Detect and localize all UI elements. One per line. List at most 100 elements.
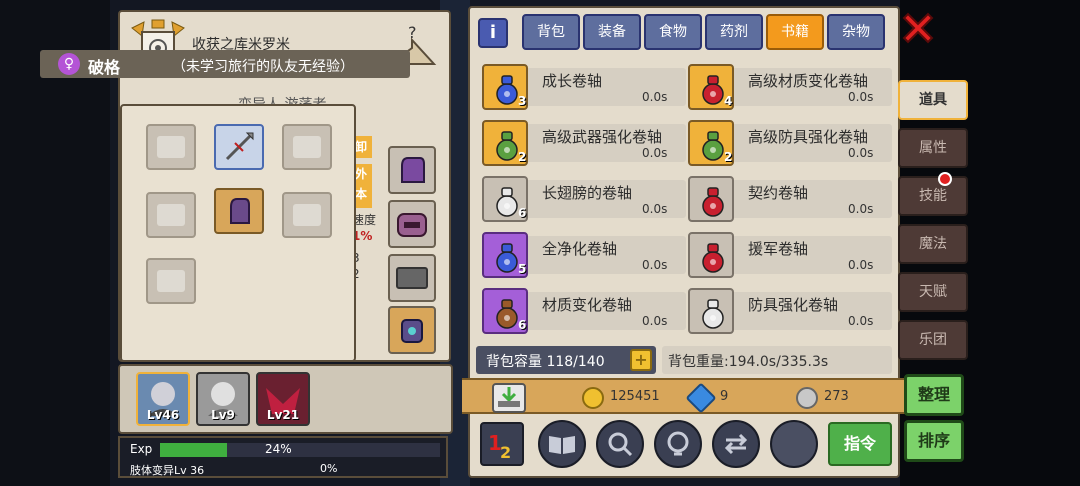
inventory-item[interactable]: 防具强化卷轴 0.0s: [688, 286, 892, 334]
item-weight: 0.0s: [848, 202, 874, 216]
spear-icon: [225, 132, 254, 161]
book-button[interactable]: [538, 420, 586, 468]
side-tab-魔法[interactable]: 魔法: [898, 224, 968, 264]
item-weight: 0.0s: [642, 146, 668, 160]
scroll-icon: [702, 187, 724, 217]
equip-accessory-slot[interactable]: [388, 306, 436, 354]
side-tab-属性[interactable]: 属性: [898, 128, 968, 168]
skill-alert-dot: [938, 172, 952, 186]
equip-slot-1[interactable]: [146, 124, 196, 170]
helmet-icon: [397, 213, 427, 237]
party-member-portrait[interactable]: Lv9: [196, 372, 250, 426]
bag-weight: 背包重量:194.0s/335.3s: [662, 346, 892, 374]
equip-slot-4[interactable]: [146, 192, 196, 238]
exp-label: Exp: [130, 442, 153, 456]
scroll-icon: [702, 243, 724, 273]
tab-装备[interactable]: 装备: [583, 14, 641, 50]
item-frame: [688, 176, 734, 222]
party-member-portrait[interactable]: Lv21: [256, 372, 310, 426]
item-count: 6: [518, 318, 527, 332]
inventory-item[interactable]: 契约卷轴 0.0s: [688, 174, 892, 222]
bag-capacity: 背包容量 118/140 +: [476, 346, 656, 374]
item-weight: 0.0s: [642, 314, 668, 328]
gem-amount: 9: [720, 389, 729, 404]
side-tab-乐团[interactable]: 乐团: [898, 320, 968, 360]
equip-slot-3[interactable]: [282, 124, 332, 170]
scroll-icon: [496, 243, 518, 273]
tab-背包[interactable]: 背包: [522, 14, 580, 50]
order-button[interactable]: 排序: [904, 420, 964, 462]
title-name: 破格: [88, 58, 121, 77]
side-tab-天赋[interactable]: 天赋: [898, 272, 968, 312]
item-name: 高级防具强化卷轴: [748, 128, 869, 146]
item-name: 契约卷轴: [748, 184, 809, 202]
tab-食物[interactable]: 食物: [644, 14, 702, 50]
book-icon: [549, 436, 575, 454]
inventory-item[interactable]: 2 高级武器强化卷轴 0.0s: [482, 118, 686, 166]
command-button[interactable]: 指令: [828, 422, 892, 466]
item-name: 高级武器强化卷轴: [542, 128, 663, 146]
exp-percent: 24%: [265, 442, 292, 456]
item-frame: [688, 232, 734, 278]
equip-helmet-slot[interactable]: [388, 200, 436, 248]
inventory-item[interactable]: 5 全净化卷轴 0.0s: [482, 230, 686, 278]
sort-button[interactable]: 整理: [904, 374, 964, 416]
inventory-item[interactable]: 6 长翅膀的卷轴 0.0s: [482, 174, 686, 222]
scroll-icon: [496, 299, 518, 329]
tab-书籍[interactable]: 书籍: [766, 14, 824, 50]
item-count: 6: [518, 206, 527, 220]
equip-glove-slot[interactable]: [388, 146, 436, 194]
exp-bar: [160, 443, 440, 457]
silver-amount: 273: [824, 389, 849, 404]
tab-杂物[interactable]: 杂物: [827, 14, 885, 50]
glove-icon: [401, 157, 425, 183]
item-count: 4: [724, 94, 733, 108]
download-button[interactable]: [492, 383, 526, 413]
inventory-item[interactable]: 援军卷轴 0.0s: [688, 230, 892, 278]
scroll-icon: [496, 131, 518, 161]
exp-panel: Exp 24% 肢体变异Lv 36 0%: [118, 436, 448, 478]
armor-icon: [230, 198, 250, 224]
empty-action-slot: [770, 420, 818, 468]
equip-slot-armor[interactable]: [214, 188, 264, 234]
side-tab-技能[interactable]: 技能: [898, 176, 968, 216]
inventory-item[interactable]: 4 高级材质变化卷轴 0.0s: [688, 62, 892, 110]
gold-amount: 125451: [610, 389, 660, 404]
search-button[interactable]: [596, 420, 644, 468]
party-portraits: Lv46 Lv9 Lv21: [118, 364, 453, 434]
rank-button[interactable]: 1 2: [480, 422, 524, 466]
exp-fill: [160, 443, 228, 457]
close-icon[interactable]: [898, 8, 938, 48]
equip-empty-slot[interactable]: [388, 254, 436, 302]
item-name: 成长卷轴: [542, 72, 603, 90]
swap-button[interactable]: [712, 420, 760, 468]
item-weight: 0.0s: [642, 258, 668, 272]
rank-icon: 1 2: [488, 431, 511, 462]
equip-slot-weapon[interactable]: [214, 124, 264, 170]
item-weight: 0.0s: [848, 146, 874, 160]
side-tab-道具[interactable]: 道具: [898, 80, 968, 120]
inventory-item[interactable]: 6 材质变化卷轴 0.0s: [482, 286, 686, 334]
scroll-icon: [496, 75, 518, 105]
item-weight: 0.0s: [848, 258, 874, 272]
filter-button[interactable]: [654, 420, 702, 468]
info-button[interactable]: i: [478, 18, 508, 48]
scroll-icon: [496, 187, 518, 217]
swap-icon: [724, 433, 748, 455]
accessory-icon: [401, 319, 423, 343]
gem-icon: [685, 382, 717, 414]
equip-slot-7[interactable]: [146, 258, 196, 304]
scroll-icon: [702, 75, 724, 105]
item-name: 长翅膀的卷轴: [542, 184, 633, 202]
equip-slot-6[interactable]: [282, 192, 332, 238]
search-icon: [608, 432, 633, 457]
currency-bar: 125451 9 273: [462, 378, 906, 414]
inventory-panel: i 背包 装备 食物 药剂 书籍 杂物 3 成长卷轴 0.0s 4 高级材质变化卷轴 0.0s 2 高级…: [462, 6, 906, 478]
inventory-item[interactable]: 2 高级防具强化卷轴 0.0s: [688, 118, 892, 166]
scroll-icon: [702, 131, 724, 161]
tab-药剂[interactable]: 药剂: [705, 14, 763, 50]
party-member-portrait[interactable]: Lv46: [136, 372, 190, 426]
item-weight: 0.0s: [848, 90, 874, 104]
expand-bag-button[interactable]: +: [630, 349, 652, 371]
inventory-item[interactable]: 3 成长卷轴 0.0s: [482, 62, 686, 110]
